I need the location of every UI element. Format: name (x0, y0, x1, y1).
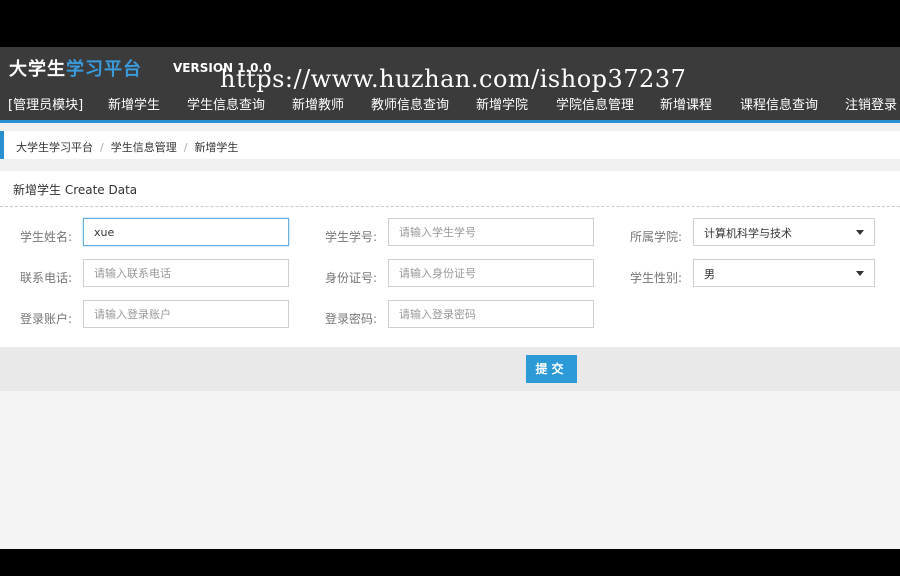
app-logo: 大学生学习平台 (9, 55, 142, 81)
id-card-input[interactable] (388, 259, 594, 287)
form-footer (0, 347, 900, 391)
watermark-url: https://www.huzhan.com/ishop37237 (220, 65, 687, 93)
id-card-label: 身份证号: (325, 271, 378, 285)
phone-input[interactable] (83, 259, 289, 287)
logo-text-accent: 学习平台 (66, 59, 142, 80)
account-input[interactable] (83, 300, 289, 328)
chevron-down-icon (856, 271, 864, 276)
logo-text-main: 大学生 (9, 59, 66, 80)
college-select-value: 计算机科学与技术 (704, 227, 792, 240)
nav-item-add-course[interactable]: 新增课程 (660, 94, 712, 113)
nav-item-admin-module[interactable]: [管理员模块] (8, 94, 83, 113)
college-select[interactable]: 计算机科学与技术 (693, 218, 875, 246)
breadcrumb-current: 新增学生 (194, 141, 239, 154)
content-background (0, 391, 900, 549)
gender-select[interactable]: 男 (693, 259, 875, 287)
panel-divider (0, 206, 900, 207)
nav-item-add-student[interactable]: 新增学生 (108, 94, 160, 113)
main-nav: [管理员模块] 新增学生 学生信息查询 新增教师 教师信息查询 新增学院 学院信… (0, 94, 900, 120)
app-frame: 大学生学习平台 VERSION 1.0.0 https://www.huzhan… (0, 47, 900, 549)
top-bar: 大学生学习平台 VERSION 1.0.0 https://www.huzhan… (0, 47, 900, 123)
name-label: 学生姓名: (20, 230, 73, 244)
phone-label: 联系电话: (20, 271, 73, 285)
breadcrumb-student-manage[interactable]: 学生信息管理 (111, 141, 177, 154)
student-id-label: 学生学号: (325, 230, 378, 244)
nav-item-course-query[interactable]: 课程信息查询 (740, 94, 818, 113)
student-id-input[interactable] (388, 218, 594, 246)
breadcrumb-separator: / (183, 141, 188, 154)
account-label: 登录账户: (20, 312, 73, 326)
gender-select-value: 男 (704, 268, 715, 281)
breadcrumb-separator: / (100, 141, 104, 154)
gender-label: 学生性别: (630, 271, 683, 285)
chevron-down-icon (856, 230, 864, 235)
password-label: 登录密码: (325, 312, 378, 326)
breadcrumb-home[interactable]: 大学生学习平台 (16, 141, 93, 154)
password-input[interactable] (388, 300, 594, 328)
panel-title: 新增学生 Create Data (13, 183, 138, 197)
submit-button[interactable]: 提交 (526, 355, 577, 383)
nav-item-teacher-query[interactable]: 教师信息查询 (371, 94, 449, 113)
nav-item-student-query[interactable]: 学生信息查询 (187, 94, 265, 113)
nav-item-college-manage[interactable]: 学院信息管理 (556, 94, 634, 113)
nav-item-add-teacher[interactable]: 新增教师 (292, 94, 344, 113)
college-label: 所属学院: (630, 230, 683, 244)
form-panel: 新增学生 Create Data 学生姓名: 学生学号: 所属学院: 计算机科学… (0, 171, 900, 347)
breadcrumb: 大学生学习平台 / 学生信息管理 / 新增学生 (0, 131, 900, 159)
nav-item-add-college[interactable]: 新增学院 (476, 94, 528, 113)
nav-item-logout[interactable]: 注销登录 (845, 94, 897, 113)
student-name-input[interactable] (83, 218, 289, 246)
